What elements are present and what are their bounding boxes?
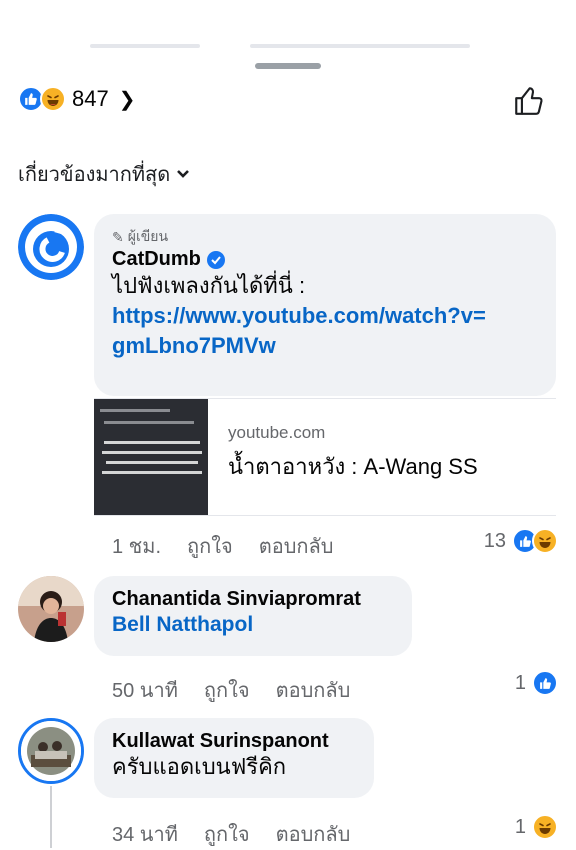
preview-domain: youtube.com xyxy=(228,423,326,442)
reply-button[interactable]: ตอบกลับ xyxy=(276,818,351,850)
comment-bubble[interactable]: ✎ ผู้เขียน CatDumb ไปฟังเพลงกันได้ที่นี่… xyxy=(94,214,556,396)
chevron-down-icon xyxy=(177,170,190,178)
comment-time: 1 ชม. xyxy=(112,536,161,558)
avatar[interactable] xyxy=(18,576,84,642)
comment-actions: 1 ชม. ถูกใจ ตอบกลับ xyxy=(112,530,333,562)
like-button[interactable]: ถูกใจ xyxy=(204,818,250,850)
comment-reactions[interactable]: 1 xyxy=(515,670,558,696)
faded-row xyxy=(90,44,200,48)
like-button[interactable]: ถูกใจ xyxy=(204,674,250,706)
drag-handle[interactable] xyxy=(255,63,321,69)
sort-dropdown[interactable]: เกี่ยวข้องมากที่สุด xyxy=(18,158,190,190)
reaction-count: 847 xyxy=(72,86,109,111)
comment-actions: 34 นาที ถูกใจ ตอบกลับ xyxy=(112,818,350,850)
like-outline-icon[interactable] xyxy=(512,84,546,118)
comment-reactions[interactable]: 1 xyxy=(515,814,558,840)
avatar[interactable] xyxy=(18,718,84,784)
verified-icon xyxy=(206,250,225,269)
author-name[interactable]: Kullawat Surinspanont xyxy=(112,730,356,753)
comment-bubble[interactable]: Chanantida Sinviapromrat Bell Natthapol xyxy=(94,576,412,656)
comment-reactions[interactable]: 13 xyxy=(484,528,558,554)
pencil-icon: ✎ xyxy=(112,228,124,245)
haha-icon xyxy=(40,86,66,112)
reply-button[interactable]: ตอบกลับ xyxy=(276,674,351,706)
comment-time: 34 นาที xyxy=(112,824,178,846)
comment-link[interactable]: https://www.youtube.com/watch?v= xyxy=(112,301,538,331)
reaction-count: 1 xyxy=(514,671,526,694)
reaction-summary[interactable]: 847 ❯ xyxy=(18,84,135,114)
comment-author[interactable]: CatDumb xyxy=(112,248,538,271)
thread-line xyxy=(50,786,52,848)
like-button[interactable]: ถูกใจ xyxy=(187,530,233,562)
like-icon xyxy=(532,670,558,696)
faded-row xyxy=(250,44,470,48)
preview-title[interactable]: น้ำตาอาหวัง : A-Wang SS xyxy=(228,449,478,484)
author-name[interactable]: Chanantida Sinviapromrat xyxy=(112,588,394,611)
author-name[interactable]: CatDumb xyxy=(112,248,201,271)
video-thumbnail xyxy=(94,399,208,515)
reaction-count: 13 xyxy=(483,529,506,552)
author-badge: ✎ ผู้เขียน xyxy=(112,226,538,248)
avatar[interactable] xyxy=(18,214,84,280)
chevron-right-icon: ❯ xyxy=(118,88,136,111)
link-preview[interactable]: youtube.com น้ำตาอาหวัง : A-Wang SS xyxy=(94,398,556,516)
comment-time: 50 นาที xyxy=(112,680,178,702)
comment-text: ครับแอดเบนฟรีคิก xyxy=(112,754,287,779)
author-badge-label: ผู้เขียน xyxy=(127,228,169,244)
sort-label: เกี่ยวข้องมากที่สุด xyxy=(18,164,171,186)
reply-button[interactable]: ตอบกลับ xyxy=(259,530,334,562)
comment-bubble[interactable]: Kullawat Surinspanont ครับแอดเบนฟรีคิก xyxy=(94,718,374,798)
reaction-count: 1 xyxy=(514,815,526,838)
comment-text: ไปฟังเพลงกันได้ที่นี่ : xyxy=(112,273,306,298)
comment-link-cont[interactable]: gmLbno7PMVw xyxy=(112,331,538,361)
haha-icon xyxy=(532,528,558,554)
comment-actions: 50 นาที ถูกใจ ตอบกลับ xyxy=(112,674,350,706)
haha-icon xyxy=(532,814,558,840)
mention-link[interactable]: Bell Natthapol xyxy=(112,611,394,639)
